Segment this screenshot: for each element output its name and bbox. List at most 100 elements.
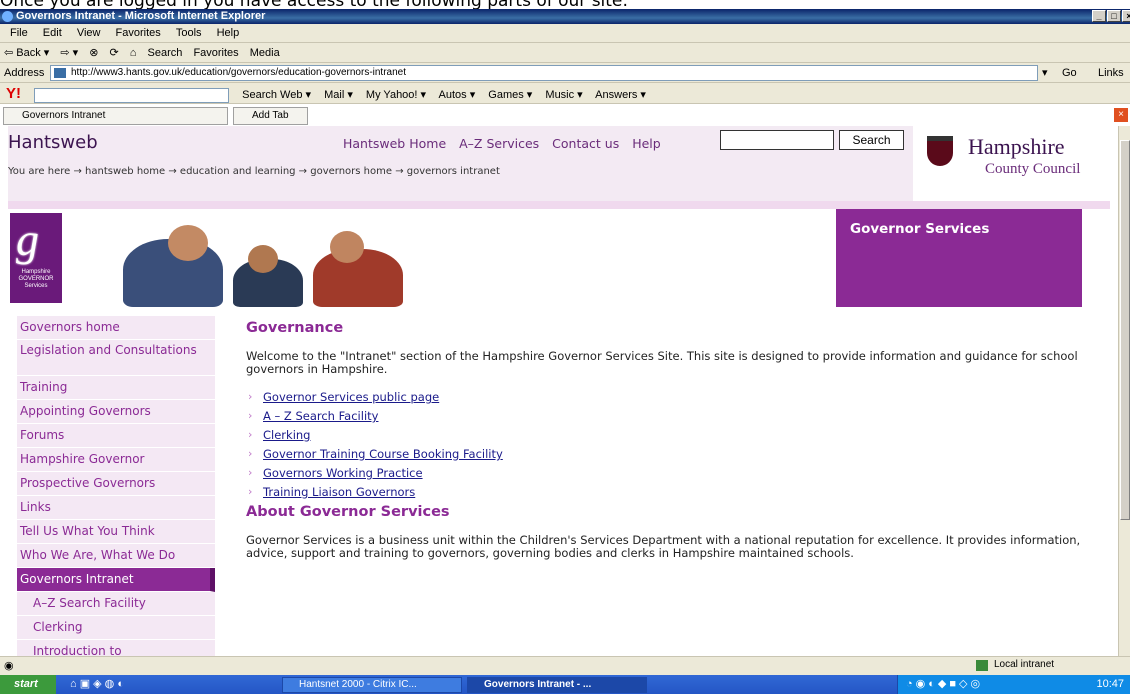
address-label: Address — [4, 67, 45, 79]
taskbar-button-citrix[interactable]: Hantsnet 2000 - Citrix IC... — [282, 677, 462, 693]
yahoo-games[interactable]: Games ▾ — [488, 89, 532, 101]
menu-favorites[interactable]: Favorites — [116, 27, 161, 39]
address-url: http://www3.hants.gov.uk/education/gover… — [71, 67, 407, 78]
yahoo-my-yahoo[interactable]: My Yahoo! ▾ — [366, 89, 426, 101]
menu-tools[interactable]: Tools — [176, 27, 202, 39]
main-content: Governance Welcome to the "Intranet" sec… — [246, 316, 1102, 560]
banner: g Hampshire GOVERNOR Services Governor S… — [8, 209, 1110, 307]
sidebar: Governors home Legislation and Consultat… — [17, 316, 215, 656]
back-button[interactable]: ⇦ Back ▾ — [4, 47, 49, 59]
tab-governors-intranet[interactable]: Governors Intranet — [3, 107, 228, 125]
link-list: Governor Services public page A – Z Sear… — [246, 387, 1102, 502]
link-public-page[interactable]: Governor Services public page — [246, 387, 1102, 407]
link-training-booking[interactable]: Governor Training Course Booking Facilit… — [246, 444, 1102, 464]
quick-launch-icons[interactable]: ⌂ ▣ ◈ ◍ ◐ — [70, 677, 124, 690]
favorites-button[interactable]: Favorites — [193, 47, 238, 59]
nav-help[interactable]: Help — [632, 136, 661, 151]
sidebar-item-az-search[interactable]: A–Z Search Facility — [17, 592, 215, 616]
link-working-practice[interactable]: Governors Working Practice — [246, 463, 1102, 483]
vertical-scrollbar[interactable] — [1118, 126, 1130, 656]
yahoo-mail[interactable]: Mail ▾ — [324, 89, 353, 101]
tray-icons[interactable]: ◔◉◐◆■◇◎ — [906, 677, 983, 690]
sidebar-item-clerking[interactable]: Clerking — [17, 616, 215, 640]
site-search-input[interactable] — [720, 130, 834, 150]
banner-photo-head — [330, 231, 364, 263]
home-icon[interactable]: ⌂ — [130, 47, 137, 59]
sidebar-item-training[interactable]: Training — [17, 376, 215, 400]
close-button[interactable]: × — [1122, 10, 1130, 22]
yahoo-answers[interactable]: Answers ▾ — [595, 89, 646, 101]
nav-az-services[interactable]: A–Z Services — [459, 136, 539, 151]
sidebar-item-tell-us[interactable]: Tell Us What You Think — [17, 520, 215, 544]
hampshire-county-council-logo[interactable]: Hampshire County Council — [913, 126, 1110, 201]
governance-heading: Governance — [246, 320, 344, 336]
sidebar-item-governors-intranet[interactable]: Governors Intranet — [17, 568, 215, 592]
link-clerking[interactable]: Clerking — [246, 425, 1102, 445]
banner-photo-head — [168, 225, 208, 261]
governor-services-title: Governor Services — [836, 209, 1082, 307]
local-intranet-icon — [976, 660, 988, 671]
sidebar-item-prospective-governors[interactable]: Prospective Governors — [17, 472, 215, 496]
breadcrumb[interactable]: You are here → hantsweb home → education… — [8, 162, 905, 182]
media-button[interactable]: Media — [250, 47, 280, 59]
sidebar-item-legislation[interactable]: Legislation and Consultations — [17, 340, 215, 376]
yahoo-autos[interactable]: Autos ▾ — [439, 89, 476, 101]
nav-contact-us[interactable]: Contact us — [552, 136, 619, 151]
window-titlebar: Governors Intranet - Microsoft Internet … — [0, 9, 1130, 24]
start-button[interactable]: start — [0, 675, 56, 694]
links-button[interactable]: Links — [1098, 63, 1124, 83]
search-button[interactable]: Search — [148, 47, 183, 59]
address-dropdown-icon[interactable]: ▾ — [1042, 63, 1048, 83]
status-bar: ◉ Local intranet — [0, 656, 1130, 675]
link-training-liaison[interactable]: Training Liaison Governors — [246, 482, 1102, 502]
sidebar-item-links[interactable]: Links — [17, 496, 215, 520]
yahoo-logo[interactable]: Y! — [6, 85, 21, 102]
ie-status-icon: ◉ — [4, 660, 14, 672]
sidebar-item-governors-home[interactable]: Governors home — [17, 316, 215, 340]
yahoo-toolbar: Y! Search Web ▾ Mail ▾ My Yahoo! ▾ Autos… — [0, 83, 1130, 104]
taskbar-button-governors-intranet[interactable]: Governors Intranet - ... — [467, 677, 647, 693]
go-button[interactable]: Go — [1062, 63, 1077, 83]
window-title: Governors Intranet - Microsoft Internet … — [16, 10, 266, 22]
site-header: Hantsweb Hantsweb Home A–Z Services Cont… — [8, 126, 1110, 201]
zone-label: Local intranet — [994, 659, 1055, 670]
menu-bar: File Edit View Favorites Tools Help — [0, 24, 1130, 43]
scrollbar-thumb[interactable] — [1120, 140, 1130, 520]
about-heading: About Governor Services — [246, 504, 450, 520]
add-tab-button[interactable]: Add Tab — [233, 107, 308, 125]
link-az-search[interactable]: A – Z Search Facility — [246, 406, 1102, 426]
nav-hantsweb-home[interactable]: Hantsweb Home — [343, 136, 446, 151]
yahoo-search-input[interactable] — [34, 87, 230, 103]
maximize-button[interactable]: □ — [1107, 10, 1121, 22]
web-page: Hantsweb Hantsweb Home A–Z Services Cont… — [0, 126, 1118, 656]
site-nav: Hantsweb Home A–Z Services Contact us He… — [343, 136, 670, 151]
logo-letter: g — [16, 214, 39, 265]
address-bar: Address http://www3.hants.gov.uk/educati… — [0, 63, 1130, 83]
refresh-icon[interactable]: ⟳ — [110, 47, 119, 59]
site-title[interactable]: Hantsweb — [8, 132, 98, 153]
stop-icon[interactable]: ⊗ — [89, 47, 98, 59]
menu-help[interactable]: Help — [217, 27, 240, 39]
sidebar-item-hampshire-governor[interactable]: Hampshire Governor — [17, 448, 215, 472]
yahoo-music[interactable]: Music ▾ — [545, 89, 582, 101]
menu-edit[interactable]: Edit — [43, 27, 62, 39]
sidebar-item-appointing-governors[interactable]: Appointing Governors — [17, 400, 215, 424]
intro-text: Welcome to the "Intranet" section of the… — [246, 349, 1078, 376]
search-web-button[interactable]: Search Web ▾ — [242, 89, 311, 101]
menu-view[interactable]: View — [77, 27, 101, 39]
sidebar-item-introduction[interactable]: Introduction to — [17, 640, 215, 656]
address-input[interactable]: http://www3.hants.gov.uk/education/gover… — [50, 65, 1038, 81]
forward-button[interactable]: ⇨ ▾ — [60, 47, 78, 59]
logo-text: Hampshire GOVERNOR Services — [18, 269, 54, 289]
governor-services-logo: g Hampshire GOVERNOR Services — [10, 213, 62, 303]
ie-icon — [2, 11, 13, 22]
clock[interactable]: 10:47 — [1096, 675, 1124, 694]
sidebar-item-forums[interactable]: Forums — [17, 424, 215, 448]
site-search-button[interactable]: Search — [839, 130, 904, 150]
sidebar-item-who-we-are[interactable]: Who We Are, What We Do — [17, 544, 215, 568]
close-tab-icon[interactable]: × — [1114, 108, 1128, 122]
minimize-button[interactable]: _ — [1092, 10, 1106, 22]
council-subtitle: County Council — [985, 161, 1081, 177]
menu-file[interactable]: File — [10, 27, 28, 39]
standard-toolbar: ⇦ Back ▾ ⇨ ▾ ⊗ ⟳ ⌂ Search Favorites Medi… — [0, 43, 1130, 63]
